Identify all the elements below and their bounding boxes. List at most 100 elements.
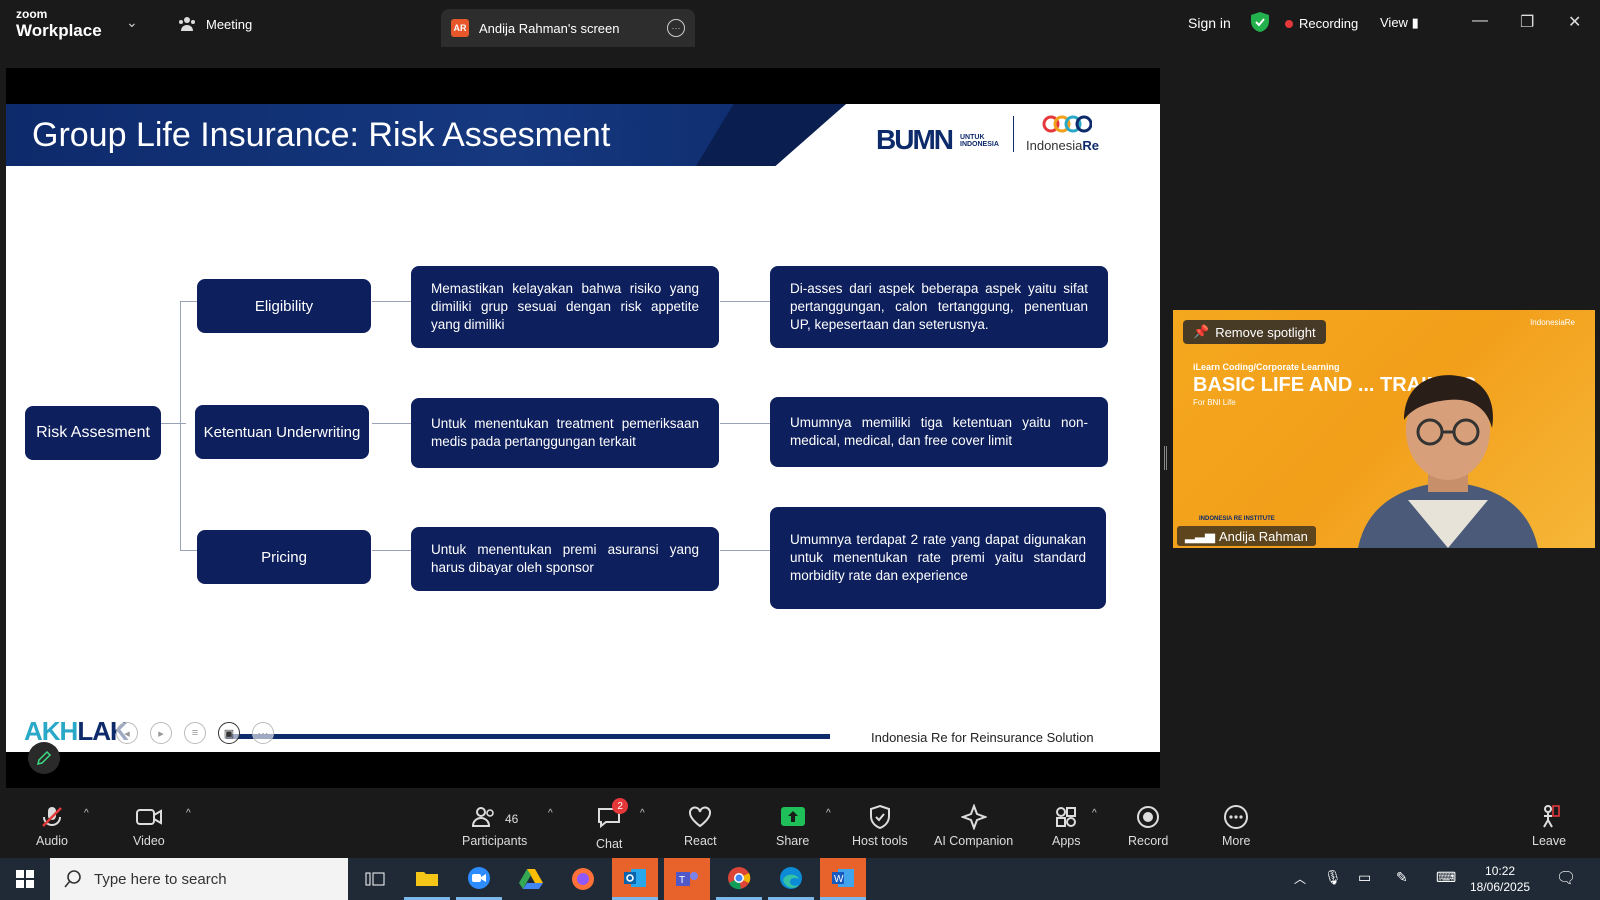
apps-button[interactable]: Apps <box>1052 804 1081 848</box>
svg-text:T: T <box>679 875 685 886</box>
node-eligibility: Eligibility <box>197 279 371 333</box>
zoom-logo[interactable]: zoom Workplace <box>16 8 102 39</box>
clock-time: 10:22 <box>1485 864 1516 878</box>
audio-button[interactable]: Audio <box>36 804 68 848</box>
search-icon <box>64 870 81 888</box>
teams-icon[interactable]: T <box>664 858 710 900</box>
task-view-icon[interactable] <box>352 858 398 900</box>
share-caret-icon[interactable]: ^ <box>826 808 831 819</box>
minimize-icon[interactable]: — <box>1472 12 1488 30</box>
host-tools-label: Host tools <box>852 834 908 848</box>
pin-icon: 📌 <box>1193 324 1210 339</box>
slide-more-icon[interactable]: ⋯ <box>252 722 274 744</box>
mic-muted-icon <box>42 807 62 827</box>
participant-name-label: ▂▃▅ Andija Rahman <box>1177 526 1316 546</box>
outlook-icon[interactable] <box>612 858 658 900</box>
tab-meeting[interactable]: Meeting <box>178 16 252 32</box>
host-tools-button[interactable]: Host tools <box>852 804 908 848</box>
signal-icon: ▂▃▅ <box>1185 528 1215 543</box>
zoom-app-icon[interactable] <box>456 858 502 900</box>
firefox-icon[interactable] <box>560 858 606 900</box>
participants-count: 46 <box>504 812 519 826</box>
slide-next-icon[interactable]: ▸ <box>150 722 172 744</box>
desc-pricing-1: Untuk menentukan premi asuransi yang har… <box>411 527 719 591</box>
ai-companion-button[interactable]: AI Companion <box>934 804 1013 848</box>
slide-camera-icon[interactable]: ▣ <box>218 722 240 744</box>
view-button[interactable]: View ▮ <box>1380 15 1419 31</box>
word-icon[interactable]: W <box>820 858 866 900</box>
file-explorer-icon[interactable] <box>404 858 450 900</box>
tray-pen-icon[interactable]: ✎ <box>1396 869 1408 886</box>
shield-check-icon[interactable] <box>1251 12 1269 32</box>
connector-line <box>720 423 776 424</box>
bumn-logo: BUMN <box>876 124 954 155</box>
participants-label: Participants <box>462 834 528 848</box>
search-placeholder: Type here to search <box>94 870 227 888</box>
panel-splitter[interactable] <box>1164 446 1167 470</box>
tray-expand-icon[interactable]: ︿ <box>1294 870 1306 887</box>
chat-button[interactable]: 2 Chat <box>596 798 629 851</box>
participants-button[interactable]: 46 Participants <box>462 804 527 848</box>
windows-start-icon[interactable] <box>16 870 34 888</box>
windows-taskbar: Type here to search T W ︿ 🎙 ▭ ✎ ⌨ 10:22 … <box>0 858 1600 900</box>
people-icon <box>179 17 195 31</box>
tab-shared-screen[interactable]: AR Andija Rahman's screen ··· <box>441 9 695 47</box>
desc-underwriting-1: Untuk menentukan treatment pemeriksaan m… <box>411 398 719 468</box>
more-button[interactable]: More <box>1222 804 1250 848</box>
notification-icon[interactable]: 🗨 <box>1556 868 1576 888</box>
chat-caret-icon[interactable]: ^ <box>640 808 645 819</box>
participants-caret-icon[interactable]: ^ <box>548 808 553 819</box>
participant-video-person <box>1358 375 1538 548</box>
video-banner-logos: IndonesiaRe <box>1530 318 1575 327</box>
edge-icon[interactable] <box>768 858 814 900</box>
chrome-icon[interactable] <box>716 858 762 900</box>
video-caret-icon[interactable]: ^ <box>186 808 191 819</box>
connector-line <box>158 423 186 424</box>
react-button[interactable]: React <box>684 804 717 848</box>
presentation-slide: Group Life Insurance: Risk Assesment BUM… <box>6 104 1160 752</box>
participant-name: Andija Rahman <box>1219 528 1308 544</box>
video-button[interactable]: Video <box>133 804 165 848</box>
tray-keyboard-icon[interactable]: ⌨ <box>1436 869 1456 886</box>
tray-display-icon[interactable]: ▭ <box>1358 869 1371 886</box>
svg-text:W: W <box>834 874 844 885</box>
tray-mic-icon[interactable]: 🎙 <box>1324 869 1342 886</box>
spotlight-video-tile[interactable]: 📌 Remove spotlight IndonesiaRe iLearn Co… <box>1173 310 1595 548</box>
chevron-down-icon[interactable]: ⌄ <box>126 14 138 31</box>
share-label: Share <box>776 834 810 848</box>
avatar: AR <box>451 19 469 37</box>
slide-menu-icon[interactable]: ≡ <box>184 722 206 744</box>
google-drive-icon[interactable] <box>508 858 554 900</box>
video-banner-small: iLearn Coding/Corporate Learning <box>1193 362 1340 372</box>
chat-label: Chat <box>596 837 623 851</box>
ire-text-b: Re <box>1082 138 1100 153</box>
desc-pricing-2: Umumnya terdapat 2 rate yang dapat digun… <box>770 507 1106 609</box>
heart-icon <box>689 806 712 828</box>
audio-caret-icon[interactable]: ^ <box>84 808 89 819</box>
leave-button[interactable]: Leave <box>1532 804 1566 848</box>
taskbar-search-input[interactable]: Type here to search <box>50 858 348 900</box>
bumn-logo-sub: UNTUK INDONESIA <box>960 134 999 148</box>
taskbar-clock[interactable]: 10:22 18/06/2025 <box>1470 863 1530 895</box>
share-button[interactable]: Share <box>776 804 809 848</box>
more-options-icon[interactable]: ··· <box>667 19 685 37</box>
sparkle-icon <box>960 804 987 830</box>
video-institute: INDONESIA RE INSTITUTE <box>1199 516 1275 522</box>
logo-divider <box>1013 116 1014 152</box>
title-bar: zoom Workplace ⌄ Meeting AR Andija Rahma… <box>0 0 1600 48</box>
slide-prev-icon[interactable]: ◂ <box>116 722 138 744</box>
brand-bottom: Workplace <box>16 21 102 40</box>
sign-in-button[interactable]: Sign in <box>1188 15 1231 31</box>
remove-spotlight-button[interactable]: 📌 Remove spotlight <box>1183 320 1326 344</box>
ai-companion-label: AI Companion <box>934 834 1014 848</box>
close-icon[interactable]: ✕ <box>1568 12 1581 32</box>
apps-label: Apps <box>1052 834 1081 848</box>
slide-title: Group Life Insurance: Risk Assesment <box>32 116 611 154</box>
recording-indicator[interactable]: Recording <box>1285 16 1358 31</box>
restore-icon[interactable]: ❐ <box>1520 12 1534 32</box>
indonesia-re-logo-icon <box>1042 115 1092 133</box>
video-label: Video <box>133 834 165 848</box>
apps-caret-icon[interactable]: ^ <box>1092 808 1097 819</box>
annotate-pen-icon[interactable] <box>28 742 60 774</box>
record-button[interactable]: Record <box>1128 804 1168 848</box>
